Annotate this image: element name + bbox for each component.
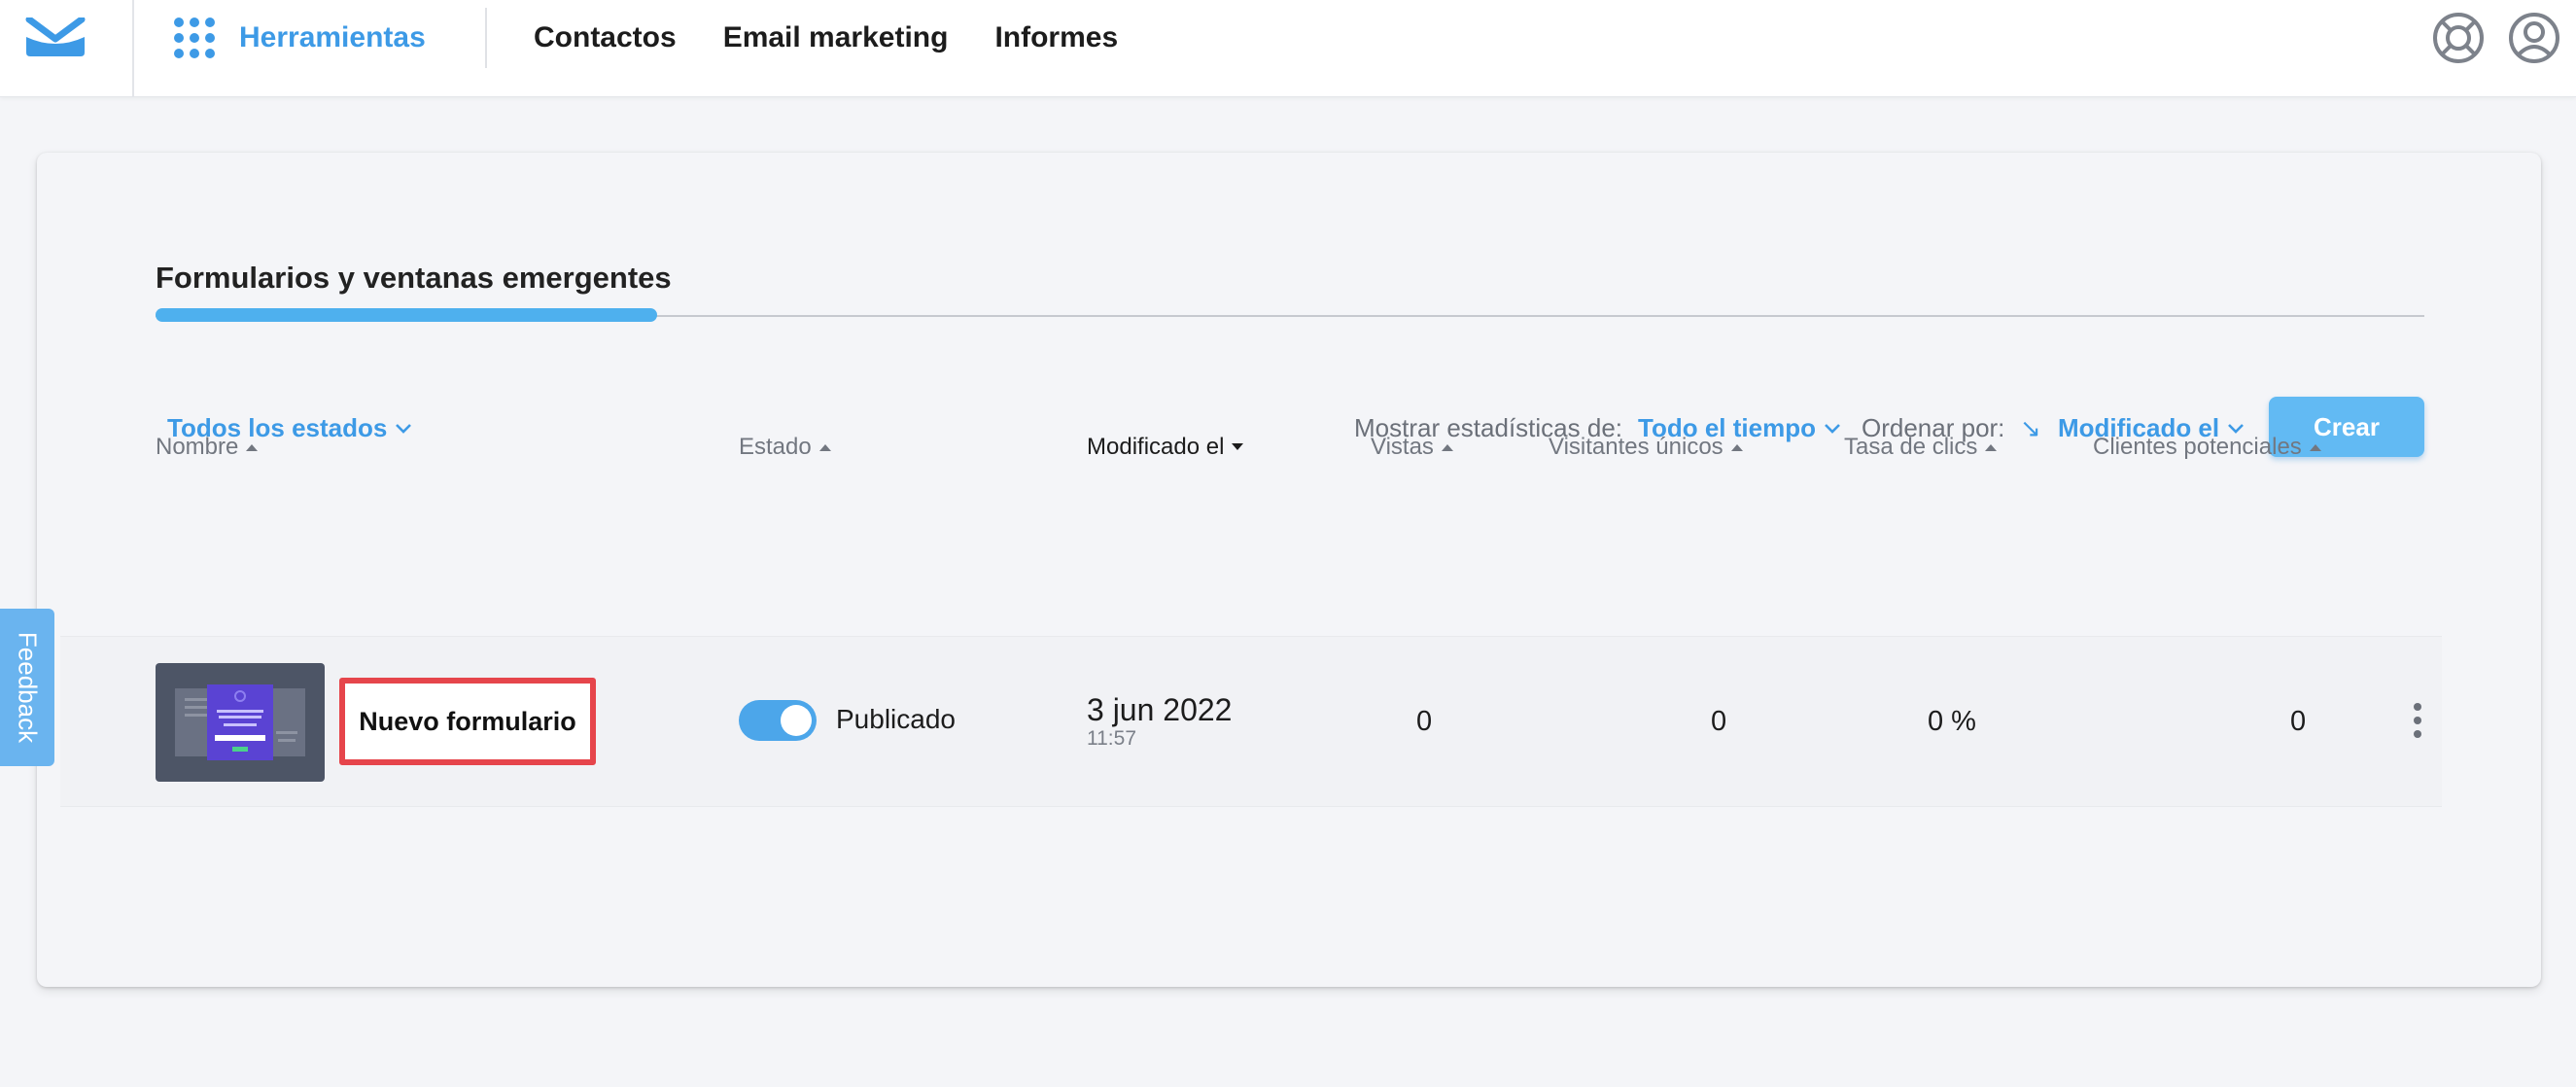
modified-date: 3 jun 2022 <box>1087 692 1233 727</box>
active-tab-indicator <box>156 308 657 322</box>
unique-visitors-value: 0 <box>1711 706 1727 737</box>
sort-direction-icon[interactable]: ↘ <box>2020 413 2041 443</box>
chevron-down-icon <box>396 423 412 434</box>
column-header-unique-visitors[interactable]: Visitantes únicos <box>1549 434 1743 461</box>
sort-up-icon <box>2309 444 2321 451</box>
column-header-label: Vistas <box>1371 434 1434 460</box>
toggle-knob <box>781 705 812 736</box>
form-name-highlight[interactable]: Nuevo formulario <box>339 678 596 765</box>
column-header-leads[interactable]: Clientes potenciales <box>2093 434 2321 461</box>
column-header-status[interactable]: Estado <box>739 434 831 461</box>
column-header-click-rate[interactable]: Tasa de clics <box>1844 434 1998 461</box>
leads-value: 0 <box>2290 706 2307 737</box>
sort-up-icon <box>1730 444 1743 451</box>
apps-grid-icon <box>174 18 215 58</box>
chevron-down-icon <box>2228 423 2245 434</box>
column-header-modified[interactable]: Modificado el <box>1087 434 1244 461</box>
help-lifebuoy-icon[interactable] <box>2432 12 2485 64</box>
feedback-label: Feedback <box>13 631 43 744</box>
thumbnail-form <box>207 684 273 760</box>
top-navigation: Herramientas Contactos Email marketing I… <box>0 0 2576 97</box>
tools-menu[interactable]: Herramientas <box>173 0 426 76</box>
status-text: Publicado <box>836 704 956 734</box>
column-header-label: Clientes potenciales <box>2093 434 2302 460</box>
form-thumbnail[interactable] <box>156 663 325 782</box>
tab-forms-popups[interactable]: Formularios y ventanas emergentes <box>156 261 672 296</box>
sort-down-icon <box>1232 443 1244 450</box>
main-nav-links: Contactos Email marketing Informes <box>534 0 1165 76</box>
views-value: 0 <box>1416 706 1433 737</box>
tools-label[interactable]: Herramientas <box>239 21 426 54</box>
column-header-name[interactable]: Nombre <box>156 434 259 461</box>
form-name-link[interactable]: Nuevo formulario <box>359 707 576 737</box>
nav-divider <box>485 8 487 68</box>
click-rate-value: 0 % <box>1928 706 1976 737</box>
column-header-label: Tasa de clics <box>1844 434 1978 460</box>
nav-link-contacts[interactable]: Contactos <box>534 21 677 54</box>
column-header-views[interactable]: Vistas <box>1371 434 1453 461</box>
user-account-icon[interactable] <box>2508 12 2560 64</box>
nav-link-reports[interactable]: Informes <box>994 21 1118 54</box>
forms-card: Formularios y ventanas emergentes Todos … <box>37 153 2541 987</box>
more-options-icon[interactable] <box>2413 703 2422 738</box>
sort-up-icon <box>1985 444 1998 451</box>
column-header-label: Visitantes únicos <box>1549 434 1723 460</box>
sort-up-icon <box>818 444 831 451</box>
column-header-label: Modificado el <box>1087 434 1225 460</box>
sort-up-icon <box>1441 444 1453 451</box>
column-header-label: Estado <box>739 434 812 460</box>
column-header-label: Nombre <box>156 434 239 460</box>
logo-area[interactable] <box>0 0 134 97</box>
feedback-tab[interactable]: Feedback <box>0 609 54 766</box>
chevron-down-icon <box>1825 423 1840 434</box>
nav-link-email-marketing[interactable]: Email marketing <box>723 21 949 54</box>
modified-time: 11:57 <box>1087 727 1136 750</box>
publish-toggle[interactable] <box>739 700 817 741</box>
sort-up-icon <box>246 444 259 451</box>
envelope-logo-icon[interactable] <box>25 18 86 56</box>
